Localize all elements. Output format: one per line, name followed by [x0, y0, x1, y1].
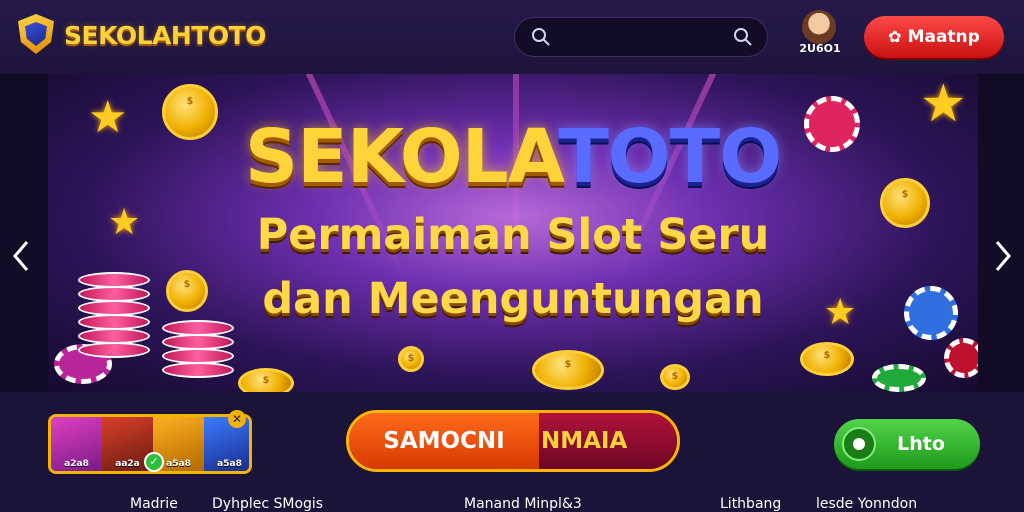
game-thumb-label: a5a8 [217, 459, 242, 469]
avatar[interactable] [802, 10, 836, 44]
login-label: Maatnp [907, 27, 980, 47]
footer-link[interactable]: Dyhplec SMogis [212, 496, 323, 512]
footer-link[interactable]: lesde Yonndon [816, 496, 917, 512]
check-icon: ✓ [144, 452, 164, 472]
secondary-button-label: Lhto [897, 433, 945, 455]
banner-title-blue: TOTO [558, 114, 782, 200]
footer-link[interactable]: Madrie [130, 496, 178, 512]
cta-right-label: NMAIA [539, 413, 677, 469]
hero-banner[interactable]: ★ ★ ★ ★ SEKOLATOTO Permaiman Slot Seru d… [48, 74, 978, 392]
coin-icon [660, 364, 690, 390]
chip-icon [872, 364, 926, 392]
login-button[interactable]: ✿ Maatnp [864, 16, 1004, 58]
banner-title-gold: SEKOLA [244, 114, 559, 200]
chevron-left-icon [13, 241, 29, 271]
game-thumb[interactable]: a5a8 [204, 417, 249, 471]
banner-side-right [978, 74, 1024, 392]
chip-icon [944, 338, 978, 378]
search-icon [532, 28, 550, 46]
brand-logo[interactable]: SEKOLAHTOTO [64, 20, 266, 52]
logo-icon[interactable] [18, 14, 54, 54]
coin-icon [532, 350, 604, 390]
user-id: 2U6O1 [799, 42, 841, 55]
close-badge-icon[interactable]: ✕ [228, 410, 246, 428]
cta-left-label: SAMOCNI [349, 413, 539, 469]
main-cta-button[interactable]: SAMOCNI NMAIA [346, 410, 680, 472]
gear-icon: ✿ [888, 27, 902, 46]
game-thumb[interactable]: a2a8 [51, 417, 102, 471]
coin-icon [800, 342, 854, 376]
banner-side-left [0, 74, 48, 392]
chip-icon [842, 427, 876, 461]
banner-subtitle-line1: Permaiman Slot Seru [256, 210, 770, 260]
search-submit-icon[interactable] [733, 27, 753, 47]
footer-link[interactable]: Manand Minpl&3 [464, 496, 582, 512]
carousel-next-button[interactable] [988, 236, 1018, 276]
carousel-prev-button[interactable] [6, 236, 36, 276]
coin-icon [398, 346, 424, 372]
game-thumb-label: a2a8 [64, 459, 89, 469]
coin-icon [238, 368, 294, 392]
chevron-right-icon [995, 241, 1011, 271]
search-input[interactable] [514, 17, 768, 57]
header: SEKOLAHTOTO 2U6O1 ✿ Maatnp [0, 0, 1024, 74]
footer-link[interactable]: Lithbang [720, 496, 781, 512]
secondary-button[interactable]: Lhto [834, 419, 980, 469]
banner-subtitle-line2: dan Meenguntungan [262, 274, 764, 324]
banner-title: SEKOLATOTO [48, 112, 978, 202]
